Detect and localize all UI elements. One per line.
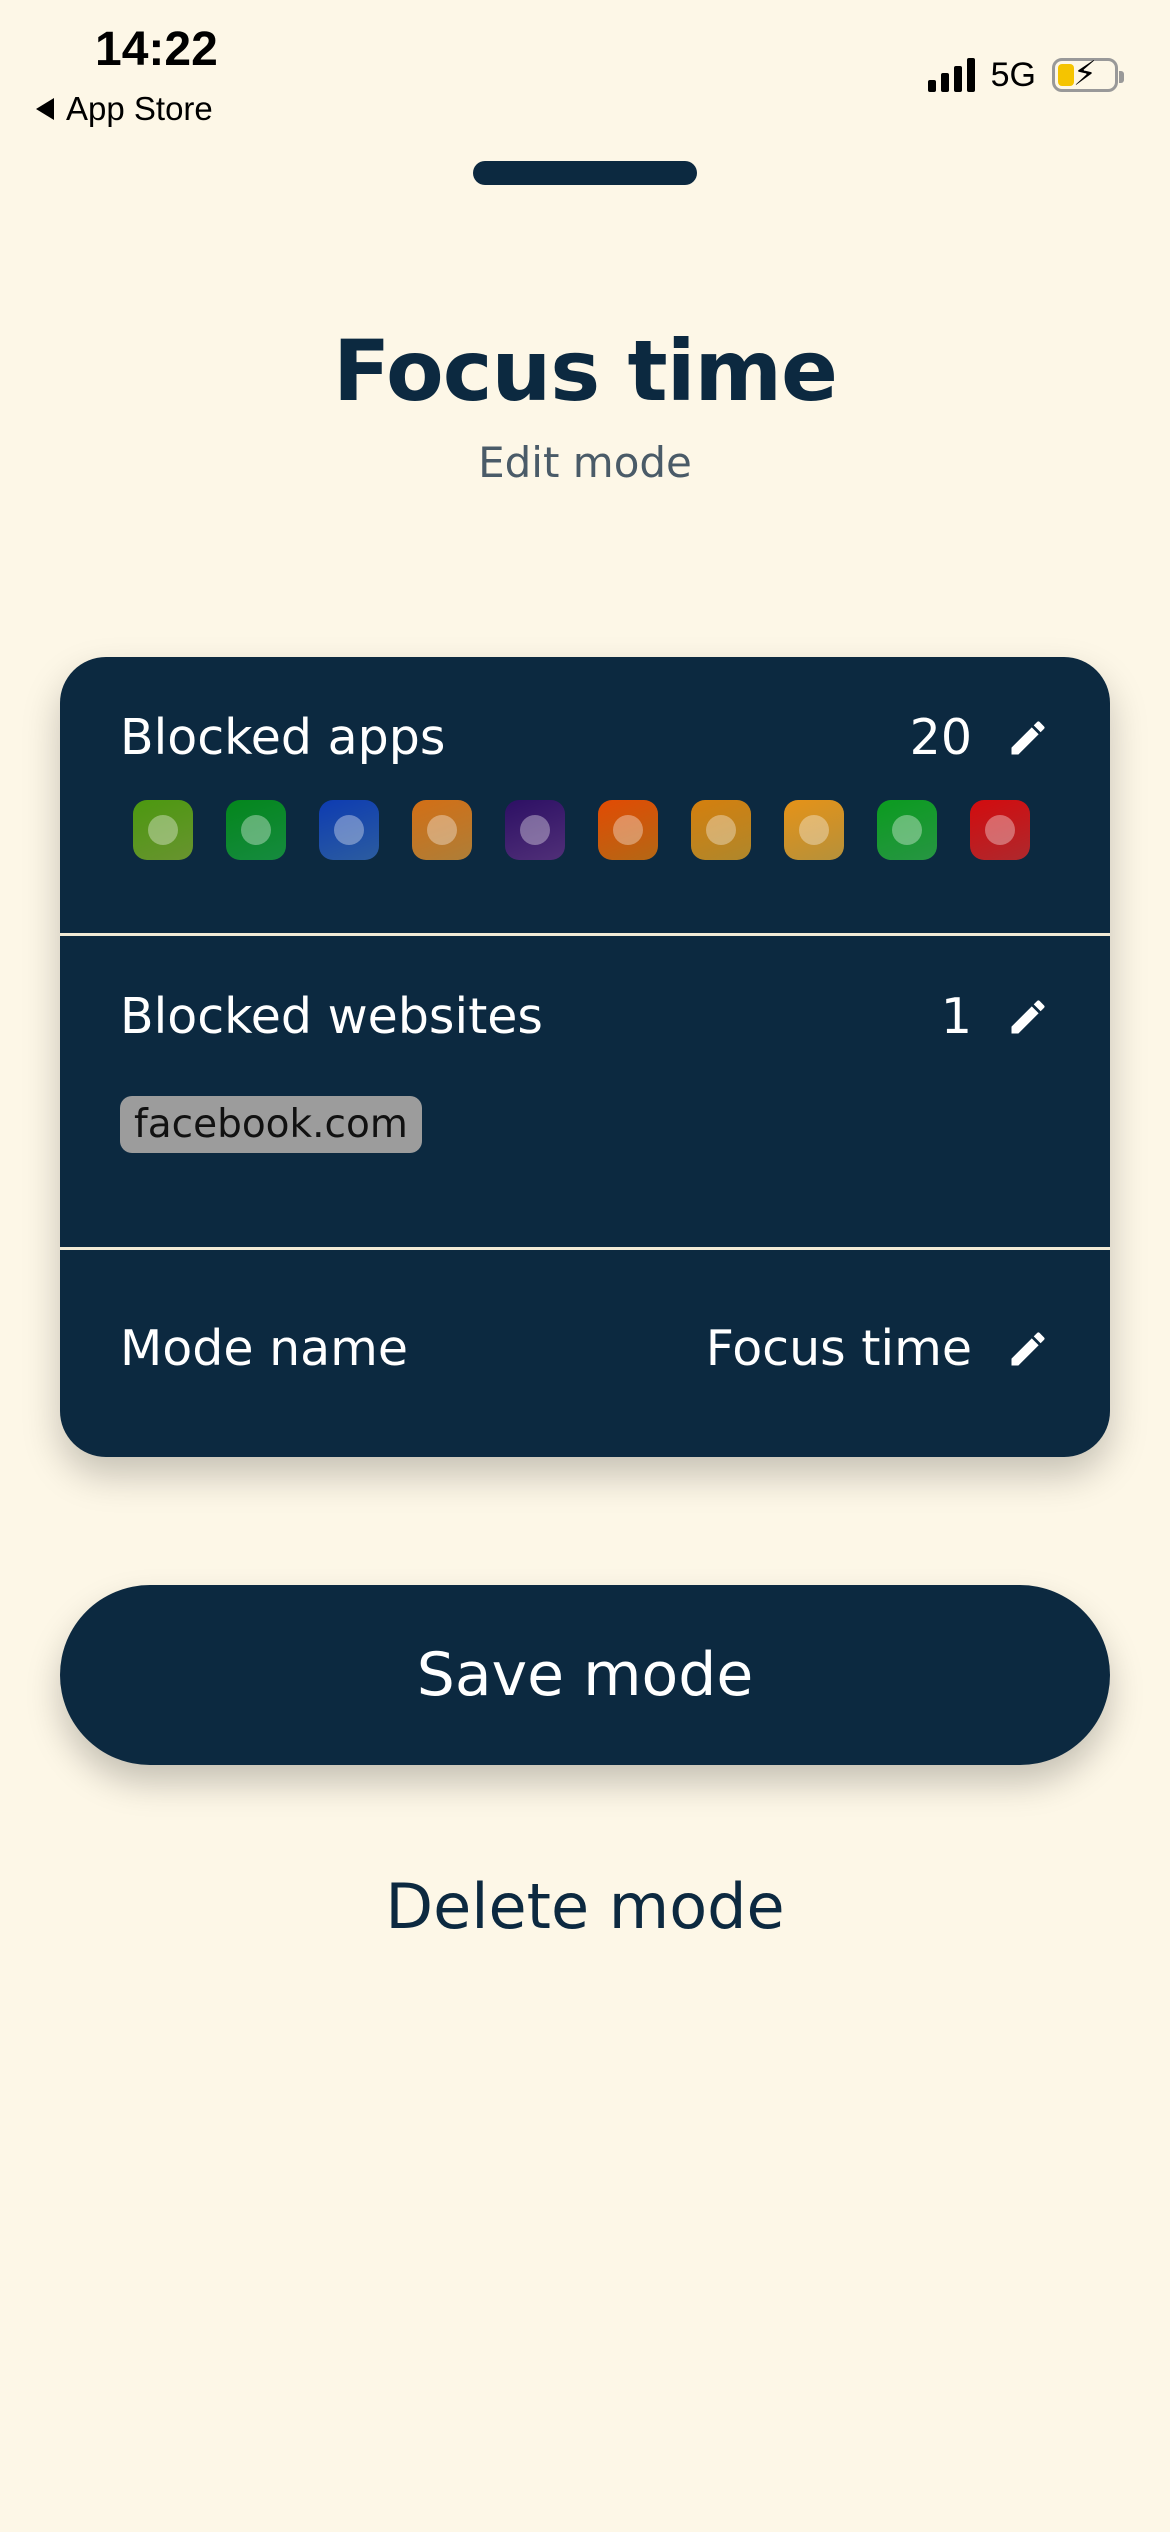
clash-of-clans-icon <box>505 800 565 860</box>
brawl-stars-icon <box>598 800 658 860</box>
blocked-apps-label: Blocked apps <box>120 709 446 766</box>
blocked-websites-label: Blocked websites <box>120 988 543 1045</box>
page-subtitle: Edit mode <box>478 438 692 487</box>
blocked-websites-section[interactable]: Blocked websites 1 facebook.com <box>60 936 1110 1247</box>
save-mode-button[interactable]: Save mode <box>60 1585 1110 1765</box>
rocket-icon <box>970 800 1030 860</box>
mode-settings-card: Blocked apps 20 Blocked websites 1 faceb… <box>60 657 1110 1457</box>
back-arrow-icon <box>36 98 54 120</box>
game-icon <box>691 800 751 860</box>
blocked-apps-count: 20 <box>909 709 972 766</box>
edit-mode-name-pencil-icon[interactable] <box>1006 1327 1050 1371</box>
facetime-icon <box>877 800 937 860</box>
edit-blocked-websites-pencil-icon[interactable] <box>1006 995 1050 1039</box>
blocked-apps-section[interactable]: Blocked apps 20 <box>60 657 1110 933</box>
characters-icon <box>784 800 844 860</box>
page-title: Focus time <box>333 322 838 420</box>
edit-blocked-apps-pencil-icon[interactable] <box>1006 716 1050 760</box>
cellular-signal-icon <box>927 58 975 92</box>
mode-name-value: Focus time <box>705 1320 972 1377</box>
back-to-app-store-link[interactable]: App Store <box>36 90 213 128</box>
status-time: 14:22 <box>95 23 218 76</box>
status-indicators: 5G ⚡ <box>927 52 1124 98</box>
blocked-websites-count: 1 <box>940 988 972 1045</box>
delete-mode-button[interactable]: Delete mode <box>0 1870 1170 1943</box>
mode-name-section[interactable]: Mode name Focus time <box>60 1250 1110 1457</box>
battery-icon: ⚡ <box>1052 54 1124 94</box>
sheet-drag-handle[interactable] <box>473 161 697 185</box>
network-type: 5G <box>990 55 1036 94</box>
spotify-icon <box>226 800 286 860</box>
mode-name-label: Mode name <box>120 1320 409 1377</box>
website-chip: facebook.com <box>120 1096 422 1153</box>
clash-royale-icon <box>319 800 379 860</box>
blocked-app-icons <box>133 800 1030 860</box>
back-app-label: App Store <box>66 90 213 127</box>
talking-tom-icon <box>133 800 193 860</box>
charging-bolt-icon: ⚡ <box>1073 54 1097 94</box>
gofko-icon <box>412 800 472 860</box>
